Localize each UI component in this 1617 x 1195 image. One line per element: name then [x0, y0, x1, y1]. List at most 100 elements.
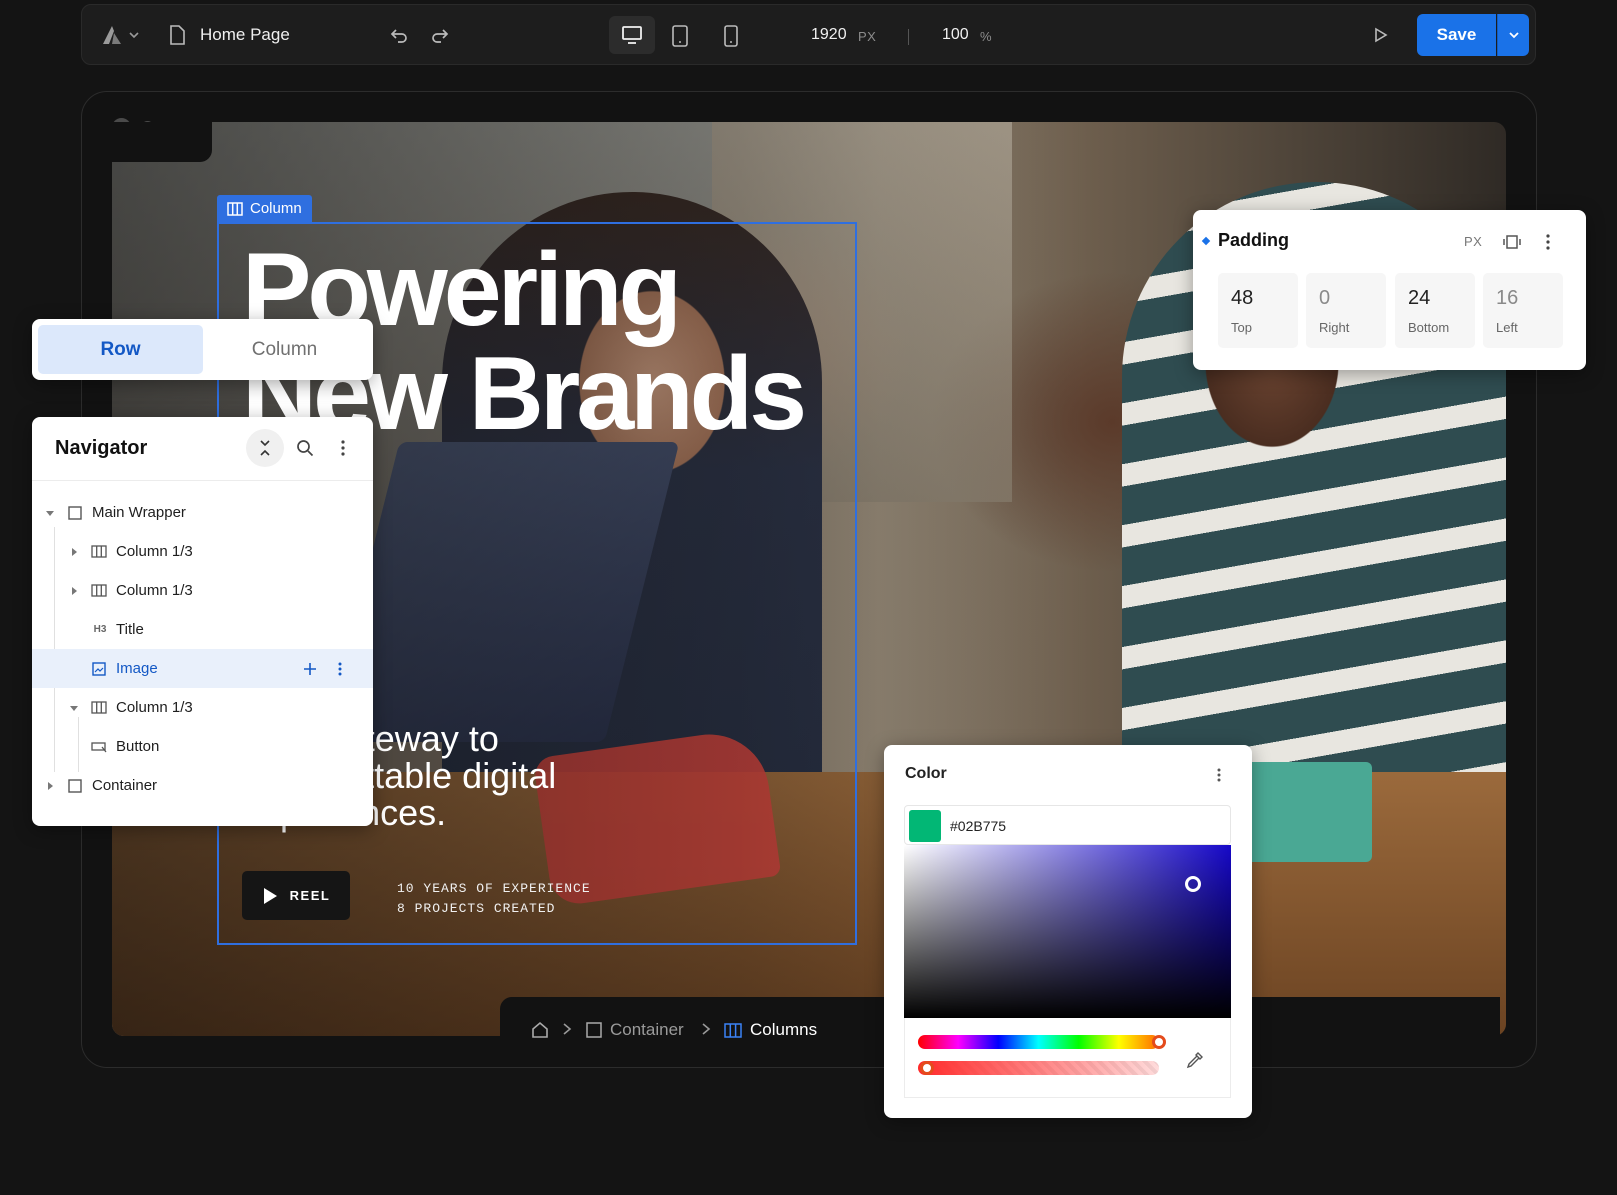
- canvas-width-value[interactable]: 1920: [811, 26, 847, 44]
- navigator-item-label: Column 1/3: [116, 699, 193, 716]
- undo-icon[interactable]: [389, 25, 409, 45]
- section-marker-icon: [1201, 236, 1211, 246]
- padding-bottom-field[interactable]: 24 Bottom: [1395, 273, 1475, 348]
- navigator-item-label: Title: [116, 621, 144, 638]
- padding-top-field[interactable]: 48 Top: [1218, 273, 1298, 348]
- desktop-icon: [622, 26, 642, 44]
- home-icon[interactable]: [531, 1021, 549, 1044]
- padding-top-label: Top: [1231, 320, 1252, 335]
- caret-right-icon[interactable]: [69, 586, 79, 596]
- hue-slider[interactable]: [918, 1035, 1159, 1049]
- image-icon: [91, 661, 107, 677]
- top-toolbar: Home Page 1920 PX 100 % Save: [81, 4, 1536, 65]
- page-title[interactable]: Home Page: [200, 25, 290, 45]
- chevron-down-icon[interactable]: [128, 29, 140, 41]
- hex-value: #02B775: [950, 818, 1007, 834]
- hex-input[interactable]: #02B775: [904, 805, 1231, 845]
- padding-right-label: Right: [1319, 320, 1350, 335]
- navigator-item-button[interactable]: Button: [32, 727, 373, 766]
- toolbar-divider: [908, 29, 909, 45]
- navigator-item-label: Button: [116, 738, 160, 755]
- navigator-item-container[interactable]: Container: [32, 766, 373, 805]
- navigator-item-image[interactable]: Image: [32, 649, 373, 688]
- padding-bottom-value: 24: [1408, 287, 1431, 309]
- save-options-button[interactable]: [1497, 14, 1529, 56]
- padding-top-value: 48: [1231, 287, 1254, 309]
- mobile-view-button[interactable]: [723, 25, 739, 47]
- padding-left-label: Left: [1496, 320, 1518, 335]
- saturation-value-area[interactable]: [904, 845, 1231, 1018]
- divider: [32, 480, 373, 481]
- breadcrumb-container-label: Container: [610, 1020, 684, 1039]
- layout-direction-toggle: Row Column: [32, 319, 373, 380]
- color-picker-thumb[interactable]: [1185, 876, 1201, 892]
- preview-play-icon[interactable]: [1374, 27, 1388, 43]
- opacity-slider[interactable]: [918, 1061, 1159, 1075]
- navigator-item-main-wrapper[interactable]: Main Wrapper: [32, 493, 373, 532]
- columns-icon: [227, 201, 243, 216]
- navigator-more-button[interactable]: [324, 429, 362, 467]
- navigator-item-title[interactable]: H3 Title: [32, 610, 373, 649]
- columns-icon: [724, 1022, 742, 1038]
- caret-right-icon[interactable]: [45, 781, 55, 791]
- padding-panel: Padding PX 48 Top 0 Right 24 Bottom 16 L…: [1193, 210, 1586, 370]
- navigator-item-label: Container: [92, 777, 158, 794]
- container-icon: [67, 778, 83, 794]
- opacity-slider-thumb[interactable]: [920, 1061, 934, 1075]
- navigator-item-column[interactable]: Column 1/3: [32, 571, 373, 610]
- color-panel: Color #02B775: [884, 745, 1252, 1118]
- padding-title: Padding: [1218, 230, 1289, 250]
- search-icon: [297, 440, 314, 457]
- color-more-icon[interactable]: [1217, 768, 1221, 787]
- caret-down-icon[interactable]: [45, 508, 55, 518]
- columns-icon: [91, 583, 107, 599]
- mobile-icon: [724, 25, 738, 47]
- navigator-item-column[interactable]: Column 1/3: [32, 688, 373, 727]
- padding-more-icon[interactable]: [1546, 234, 1550, 255]
- navigator-item-label: Image: [116, 660, 158, 677]
- navigator-item-label: Main Wrapper: [92, 504, 186, 521]
- padding-unit[interactable]: PX: [1464, 234, 1482, 249]
- more-vertical-icon: [341, 440, 345, 456]
- column-tag[interactable]: Column: [217, 195, 312, 222]
- color-swatch[interactable]: [909, 810, 941, 842]
- navigator-item-column[interactable]: Column 1/3: [32, 532, 373, 571]
- navigator-search-button[interactable]: [286, 429, 324, 467]
- columns-icon: [91, 700, 107, 716]
- tablet-view-button[interactable]: [671, 25, 689, 47]
- navigator-item-label: Column 1/3: [116, 543, 193, 560]
- columns-icon: [91, 544, 107, 560]
- zoom-unit: %: [980, 29, 993, 44]
- brand-logo-icon[interactable]: [100, 23, 124, 47]
- link-sides-icon[interactable]: [1503, 233, 1521, 256]
- container-icon: [586, 1022, 602, 1038]
- button-icon: [91, 739, 107, 755]
- navigator-item-label: Column 1/3: [116, 582, 193, 599]
- color-title: Color: [905, 765, 947, 782]
- toggle-row[interactable]: Row: [38, 325, 203, 374]
- zoom-value[interactable]: 100: [942, 26, 969, 44]
- eyedropper-icon[interactable]: [1186, 1051, 1204, 1074]
- breadcrumb-container[interactable]: Container: [586, 1020, 684, 1040]
- more-vertical-icon[interactable]: [332, 661, 348, 677]
- hue-slider-thumb[interactable]: [1152, 1035, 1166, 1049]
- chevron-right-icon: [562, 1022, 572, 1041]
- redo-icon[interactable]: [430, 25, 450, 45]
- toggle-column[interactable]: Column: [202, 325, 367, 374]
- breadcrumb-columns[interactable]: Columns: [724, 1020, 817, 1040]
- desktop-view-button[interactable]: [609, 16, 655, 54]
- collapse-all-button[interactable]: [246, 429, 284, 467]
- padding-right-field[interactable]: 0 Right: [1306, 273, 1386, 348]
- h3-icon: H3: [93, 624, 107, 635]
- chevron-right-icon: [701, 1022, 711, 1041]
- save-button[interactable]: Save: [1417, 14, 1496, 56]
- caret-right-icon[interactable]: [69, 547, 79, 557]
- padding-left-field[interactable]: 16 Left: [1483, 273, 1563, 348]
- padding-left-value: 16: [1496, 287, 1519, 309]
- chevron-down-icon: [1508, 32, 1519, 39]
- padding-bottom-label: Bottom: [1408, 320, 1450, 335]
- column-tag-label: Column: [250, 200, 302, 217]
- caret-down-icon[interactable]: [69, 703, 79, 713]
- collapse-icon: [260, 440, 270, 456]
- add-icon[interactable]: [302, 661, 318, 677]
